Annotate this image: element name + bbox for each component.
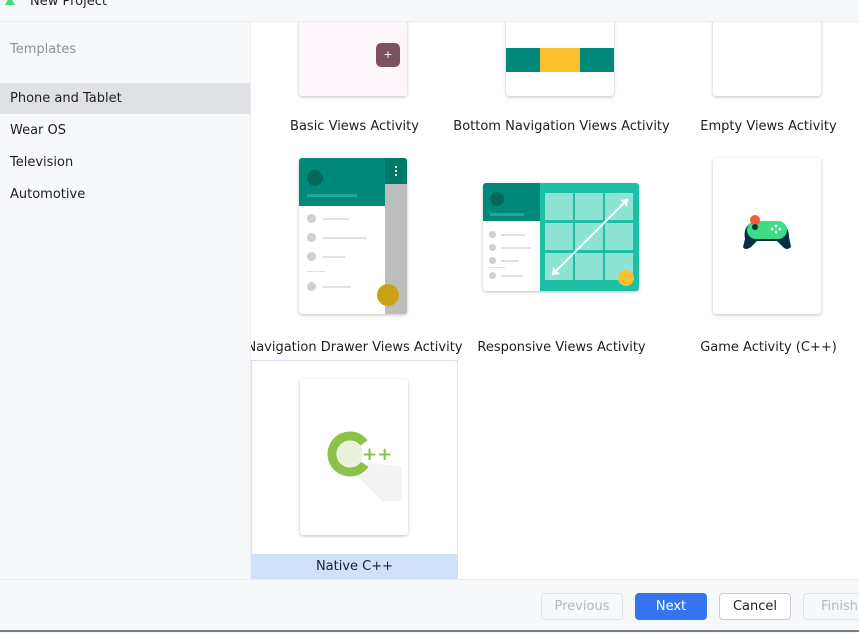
grid-panel — [540, 183, 639, 291]
template-label: Empty Views Activity — [700, 119, 837, 134]
templates-sidebar: Templates Phone and Tablet Wear OS Telev… — [0, 22, 251, 579]
menu-line — [323, 237, 367, 239]
template-label: Native C++ — [252, 554, 457, 579]
list-line — [501, 275, 523, 277]
sidebar-item-television[interactable]: Television — [0, 147, 250, 178]
next-button[interactable]: Next — [635, 593, 707, 620]
sidebar-item-wear-os[interactable]: Wear OS — [0, 115, 250, 146]
dot — [395, 166, 397, 168]
template-bottom-navigation-views-activity[interactable]: Bottom Navigation Views Activity — [453, 22, 670, 140]
sidebar-item-automotive[interactable]: Automotive — [0, 179, 250, 210]
menu-dot-icon — [307, 214, 316, 223]
list-dot-icon — [489, 272, 496, 279]
gamepad-icon — [743, 215, 791, 249]
cpp-logo-icon: ++ — [327, 431, 402, 501]
fab-add-icon: + — [376, 43, 400, 67]
list-line — [501, 247, 531, 249]
cpp-plus-text: ++ — [362, 444, 392, 465]
title-bar: New Project — [0, 0, 859, 22]
template-game-activity-cpp[interactable]: Game Activity (C++) — [665, 140, 859, 360]
avatar-icon — [490, 192, 504, 206]
menu-dot-icon — [307, 252, 316, 261]
overflow-menu-icon — [385, 158, 407, 184]
template-label: Responsive Views Activity — [477, 340, 646, 355]
menu-divider — [307, 271, 325, 272]
template-preview — [483, 183, 639, 291]
template-navigation-drawer-views-activity[interactable]: Navigation Drawer Views Activity — [251, 140, 463, 360]
cancel-button[interactable]: Cancel — [719, 593, 791, 620]
list-line — [501, 260, 519, 262]
menu-line — [323, 286, 351, 288]
list-divider — [489, 267, 505, 268]
template-preview — [299, 158, 407, 314]
bottom-navigation-bar — [506, 48, 614, 72]
template-preview — [713, 158, 821, 314]
finish-button[interactable]: Finish — [803, 593, 859, 620]
list-dot-icon — [489, 231, 496, 238]
template-preview — [713, 22, 821, 96]
window-title: New Project — [30, 0, 107, 9]
template-empty-views-activity[interactable]: Empty Views Activity — [665, 22, 859, 140]
menu-dot-icon — [307, 282, 316, 291]
template-label: Bottom Navigation Views Activity — [453, 119, 670, 134]
template-basic-views-activity[interactable]: + Basic Views Activity — [251, 22, 458, 140]
template-label: Navigation Drawer Views Activity — [251, 340, 463, 355]
template-preview — [506, 22, 614, 96]
header-line — [307, 194, 357, 197]
template-responsive-views-activity[interactable]: Responsive Views Activity — [458, 140, 665, 360]
nav-drawer-header — [299, 158, 385, 206]
template-gallery: + Basic Views Activity Bottom Navigation… — [251, 22, 859, 579]
template-preview: ++ — [300, 379, 408, 535]
list-line — [501, 234, 525, 236]
dot — [395, 174, 397, 176]
dialog-footer: Previous Next Cancel Finish — [0, 579, 859, 633]
header-line — [490, 213, 524, 216]
dot — [395, 170, 397, 172]
previous-button[interactable]: Previous — [541, 593, 623, 620]
template-native-cpp[interactable]: ++ Native C++ — [251, 360, 458, 579]
avatar-icon — [307, 170, 323, 186]
grid-resize-icon — [545, 193, 634, 286]
list-dot-icon — [489, 244, 496, 251]
template-label: Basic Views Activity — [290, 119, 419, 134]
android-studio-icon — [5, 0, 15, 5]
list-dot-icon — [489, 257, 496, 264]
list-header — [483, 183, 540, 221]
sidebar-heading: Templates — [10, 42, 77, 57]
menu-line — [323, 218, 349, 220]
fab-icon — [377, 284, 399, 306]
sidebar-item-phone-and-tablet[interactable]: Phone and Tablet — [0, 83, 250, 114]
menu-line — [323, 256, 345, 258]
menu-dot-icon — [307, 233, 316, 242]
nav-drawer-panel — [299, 158, 385, 314]
template-label: Game Activity (C++) — [700, 340, 837, 355]
template-preview: + — [299, 22, 407, 96]
bottom-nav-selected-item — [540, 48, 580, 72]
